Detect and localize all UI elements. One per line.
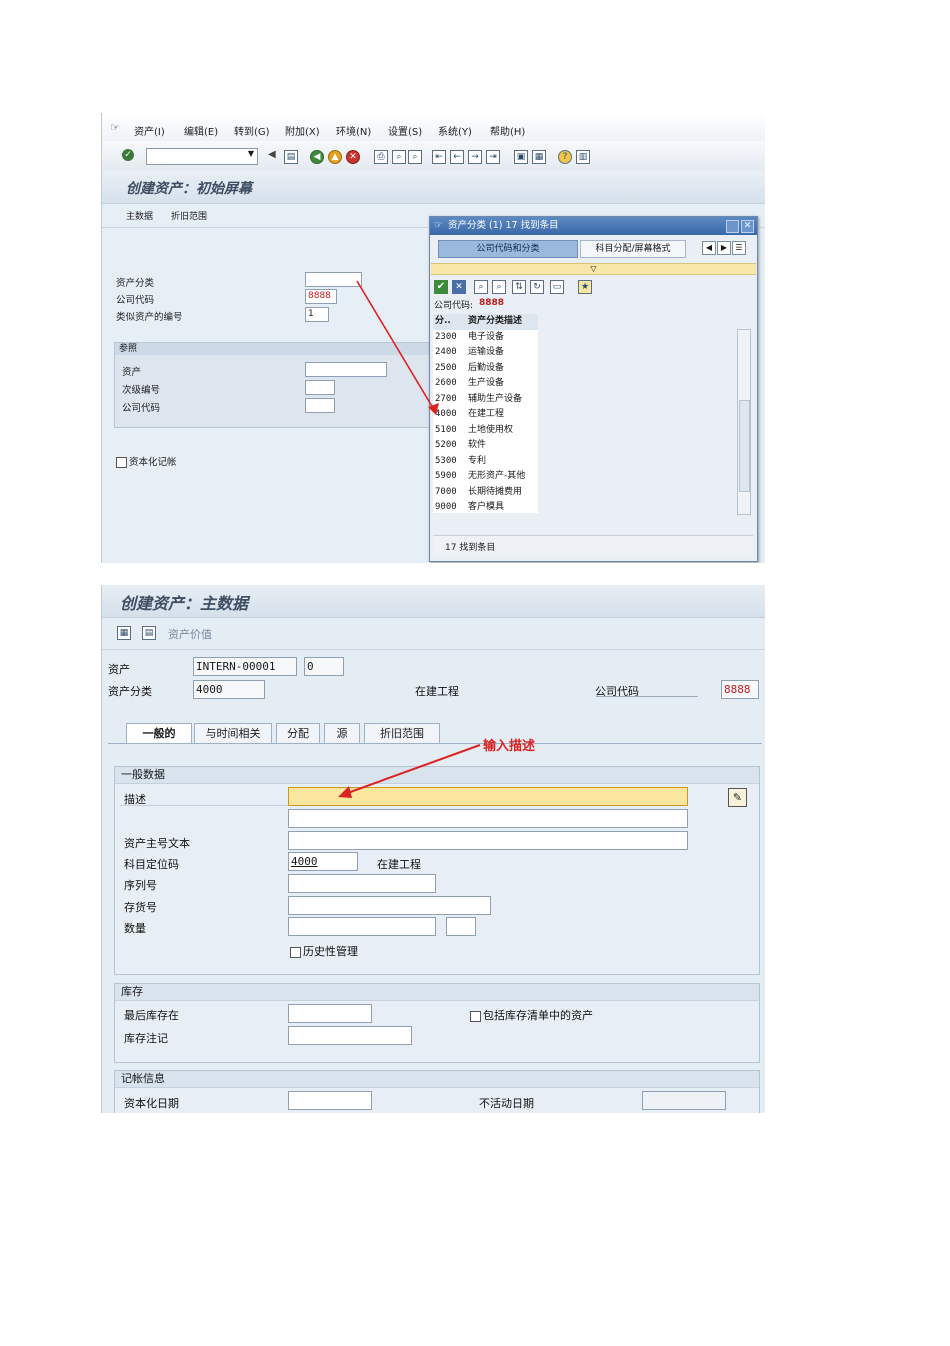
master-data-screenshot: 创建资产：主数据 ▦ ▤ 资产价值 资产 INTERN-00001 0 资产分类… [101,585,765,1113]
arrow-head [428,403,439,415]
arrow-line [341,744,481,796]
arrow-annotation [338,744,481,798]
arrow-line [356,280,437,414]
arrow-head [338,786,352,798]
initial-screen-screenshot: ☞ 资产(I) 编辑(E) 转到(G) 附加(X) 环境(N) 设置(S) 系统… [101,113,765,563]
arrow-annotation [356,280,439,415]
